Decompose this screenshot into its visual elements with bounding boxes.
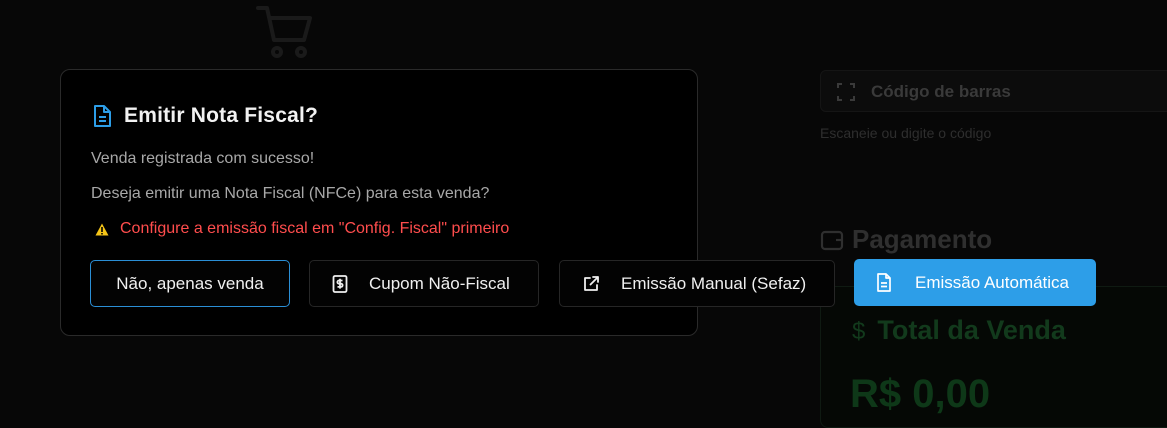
manual-emission-label: Emissão Manual (Sefaz)	[621, 273, 807, 293]
warning-text: Configure a emissão fiscal em "Config. F…	[120, 220, 510, 237]
question-message: Deseja emitir uma Nota Fiscal (NFCe) par…	[91, 185, 490, 202]
dialog-title-row: Emitir Nota Fiscal?	[91, 104, 318, 128]
non-fiscal-receipt-button[interactable]: Cupom Não-Fiscal	[309, 260, 539, 307]
document-icon	[877, 273, 891, 292]
invoice-dialog: Emitir Nota Fiscal? Venda registrada com…	[60, 69, 835, 336]
total-label: Total da Venda	[877, 315, 1066, 345]
no-invoice-button[interactable]: Não, apenas venda	[90, 260, 290, 307]
barcode-input[interactable]: Código de barras	[820, 70, 1167, 112]
total-value: R$ 0,00	[850, 372, 991, 416]
scan-icon	[837, 83, 855, 101]
automatic-emission-label: Emissão Automática	[915, 272, 1070, 292]
barcode-help-text: Escaneie ou digite o código	[820, 125, 992, 141]
external-link-icon	[584, 275, 599, 291]
shopping-cart-icon	[256, 6, 312, 58]
warning-icon	[95, 223, 109, 235]
manual-emission-button[interactable]: Emissão Manual (Sefaz)	[559, 260, 835, 307]
document-icon	[94, 105, 111, 127]
dialog-title: Emitir Nota Fiscal?	[124, 104, 319, 127]
wallet-icon	[820, 230, 844, 251]
dollar-icon: $	[852, 318, 866, 345]
fiscal-config-warning: Configure a emissão fiscal em "Config. F…	[95, 220, 509, 238]
success-message: Venda registrada com sucesso!	[91, 150, 315, 167]
barcode-placeholder: Código de barras	[871, 82, 1011, 101]
receipt-dollar-icon	[332, 274, 348, 293]
payment-heading: Pagamento	[820, 224, 992, 255]
payment-title: Pagamento	[852, 224, 993, 254]
total-label-row: $ Total da Venda	[852, 315, 1066, 346]
automatic-emission-button[interactable]: Emissão Automática	[854, 259, 1096, 306]
non-fiscal-label: Cupom Não-Fiscal	[369, 273, 510, 293]
no-invoice-label: Não, apenas venda	[116, 273, 264, 293]
